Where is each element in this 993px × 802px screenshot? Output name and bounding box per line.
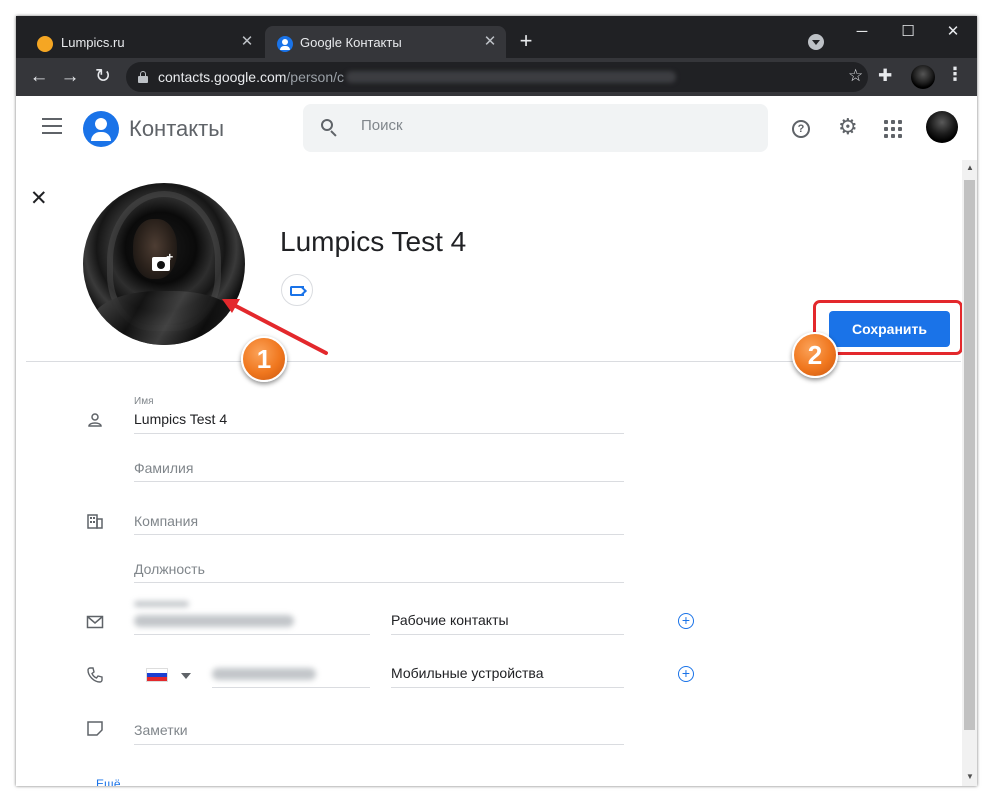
russia-flag-icon[interactable] (146, 668, 168, 682)
scroll-down-arrow-icon[interactable]: ▼ (966, 772, 974, 781)
tab-lumpics[interactable]: Lumpics.ru ✕ (16, 26, 264, 58)
contacts-favicon-icon (277, 36, 293, 52)
chevron-down-icon[interactable] (181, 673, 191, 679)
browser-window: Lumpics.ru ✕ Google Контакты ✕ + ─ ☐ ✕ ←… (16, 16, 977, 786)
search-box[interactable] (303, 104, 768, 152)
gear-icon[interactable]: ⚙ (838, 114, 858, 140)
add-phone-plus-icon[interactable]: + (678, 666, 694, 682)
search-input[interactable] (361, 117, 741, 134)
kebab-menu-icon[interactable]: ⋮ (946, 64, 964, 85)
lock-icon (138, 71, 148, 83)
field-underline (134, 433, 624, 434)
annotation-badge-2: 2 (792, 332, 838, 378)
person-icon (88, 413, 102, 427)
more-fields-link[interactable]: Ещё (96, 778, 121, 786)
reload-icon[interactable]: ↻ (90, 64, 116, 90)
field-underline (391, 687, 624, 688)
scroll-up-arrow-icon[interactable]: ▲ (966, 163, 974, 172)
phone-value-redacted[interactable] (212, 668, 316, 680)
url-redacted (346, 71, 676, 83)
tab-title: Google Контакты (300, 35, 402, 50)
forward-arrow-icon[interactable]: → (57, 64, 83, 90)
contacts-logo-icon[interactable] (83, 111, 119, 147)
help-icon[interactable]: ? (792, 120, 810, 138)
extensions-puzzle-icon[interactable]: ✚ (878, 66, 892, 86)
browser-toolbar: ← → ↻ contacts.google.com/person/c ☆ ✚ ⋮ (16, 58, 977, 96)
back-arrow-icon[interactable]: ← (26, 64, 52, 90)
phone-icon (87, 667, 103, 683)
contact-name-heading: Lumpics Test 4 (280, 226, 467, 257)
tab-strip: Lumpics.ru ✕ Google Контакты ✕ + ─ ☐ ✕ (16, 16, 977, 58)
apps-grid-icon[interactable] (884, 120, 902, 138)
notes-icon (87, 721, 103, 736)
phone-type-select[interactable]: Мобильные устройства (391, 665, 544, 681)
building-icon (87, 514, 103, 529)
field-underline (134, 481, 624, 482)
company-field[interactable]: Компания (134, 513, 198, 529)
email-icon (86, 615, 104, 629)
tab-search-icon[interactable] (808, 34, 824, 50)
field-underline (134, 744, 624, 745)
lumpics-favicon-icon (37, 36, 53, 52)
page-scrollbar[interactable]: ▲ ▼ (962, 160, 977, 786)
add-email-plus-icon[interactable]: + (678, 613, 694, 629)
close-tab-icon[interactable]: ✕ (237, 32, 257, 52)
close-icon[interactable]: ✕ (30, 186, 48, 211)
account-avatar[interactable] (926, 111, 958, 143)
minimize-button[interactable]: ─ (842, 18, 882, 46)
field-underline (212, 687, 370, 688)
email-value-redacted[interactable] (134, 615, 294, 627)
tab-google-contacts[interactable]: Google Контакты ✕ (265, 26, 506, 58)
profile-avatar[interactable] (911, 65, 935, 89)
url-text: contacts.google.com/person/c (158, 69, 344, 85)
add-photo-camera-icon[interactable]: + (152, 251, 174, 271)
email-type-select[interactable]: Рабочие контакты (391, 612, 509, 628)
field-underline (134, 582, 624, 583)
close-tab-icon[interactable]: ✕ (480, 32, 500, 52)
field-underline (391, 634, 624, 635)
scrollbar-thumb[interactable] (964, 180, 975, 730)
bookmark-star-icon[interactable]: ☆ (848, 66, 863, 86)
address-bar[interactable]: contacts.google.com/person/c ☆ (126, 62, 868, 92)
surname-field[interactable]: Фамилия (134, 460, 193, 476)
name-field[interactable]: Lumpics Test 4 (134, 411, 227, 427)
search-icon[interactable] (321, 119, 337, 137)
name-label: Имя (134, 396, 154, 407)
app-header: Контакты ? ⚙ (16, 96, 977, 160)
notes-field[interactable]: Заметки (134, 722, 188, 738)
app-title[interactable]: Контакты (129, 116, 224, 142)
close-window-button[interactable]: ✕ (933, 18, 973, 46)
new-tab-button[interactable]: + (514, 30, 538, 54)
position-field[interactable]: Должность (134, 561, 205, 577)
tab-title: Lumpics.ru (61, 35, 125, 50)
maximize-button[interactable]: ☐ (888, 18, 928, 46)
field-underline (134, 634, 370, 635)
hamburger-menu-icon[interactable] (42, 118, 62, 134)
annotation-badge-1: 1 (241, 336, 287, 382)
field-underline (134, 534, 624, 535)
email-label-redacted (134, 601, 189, 607)
